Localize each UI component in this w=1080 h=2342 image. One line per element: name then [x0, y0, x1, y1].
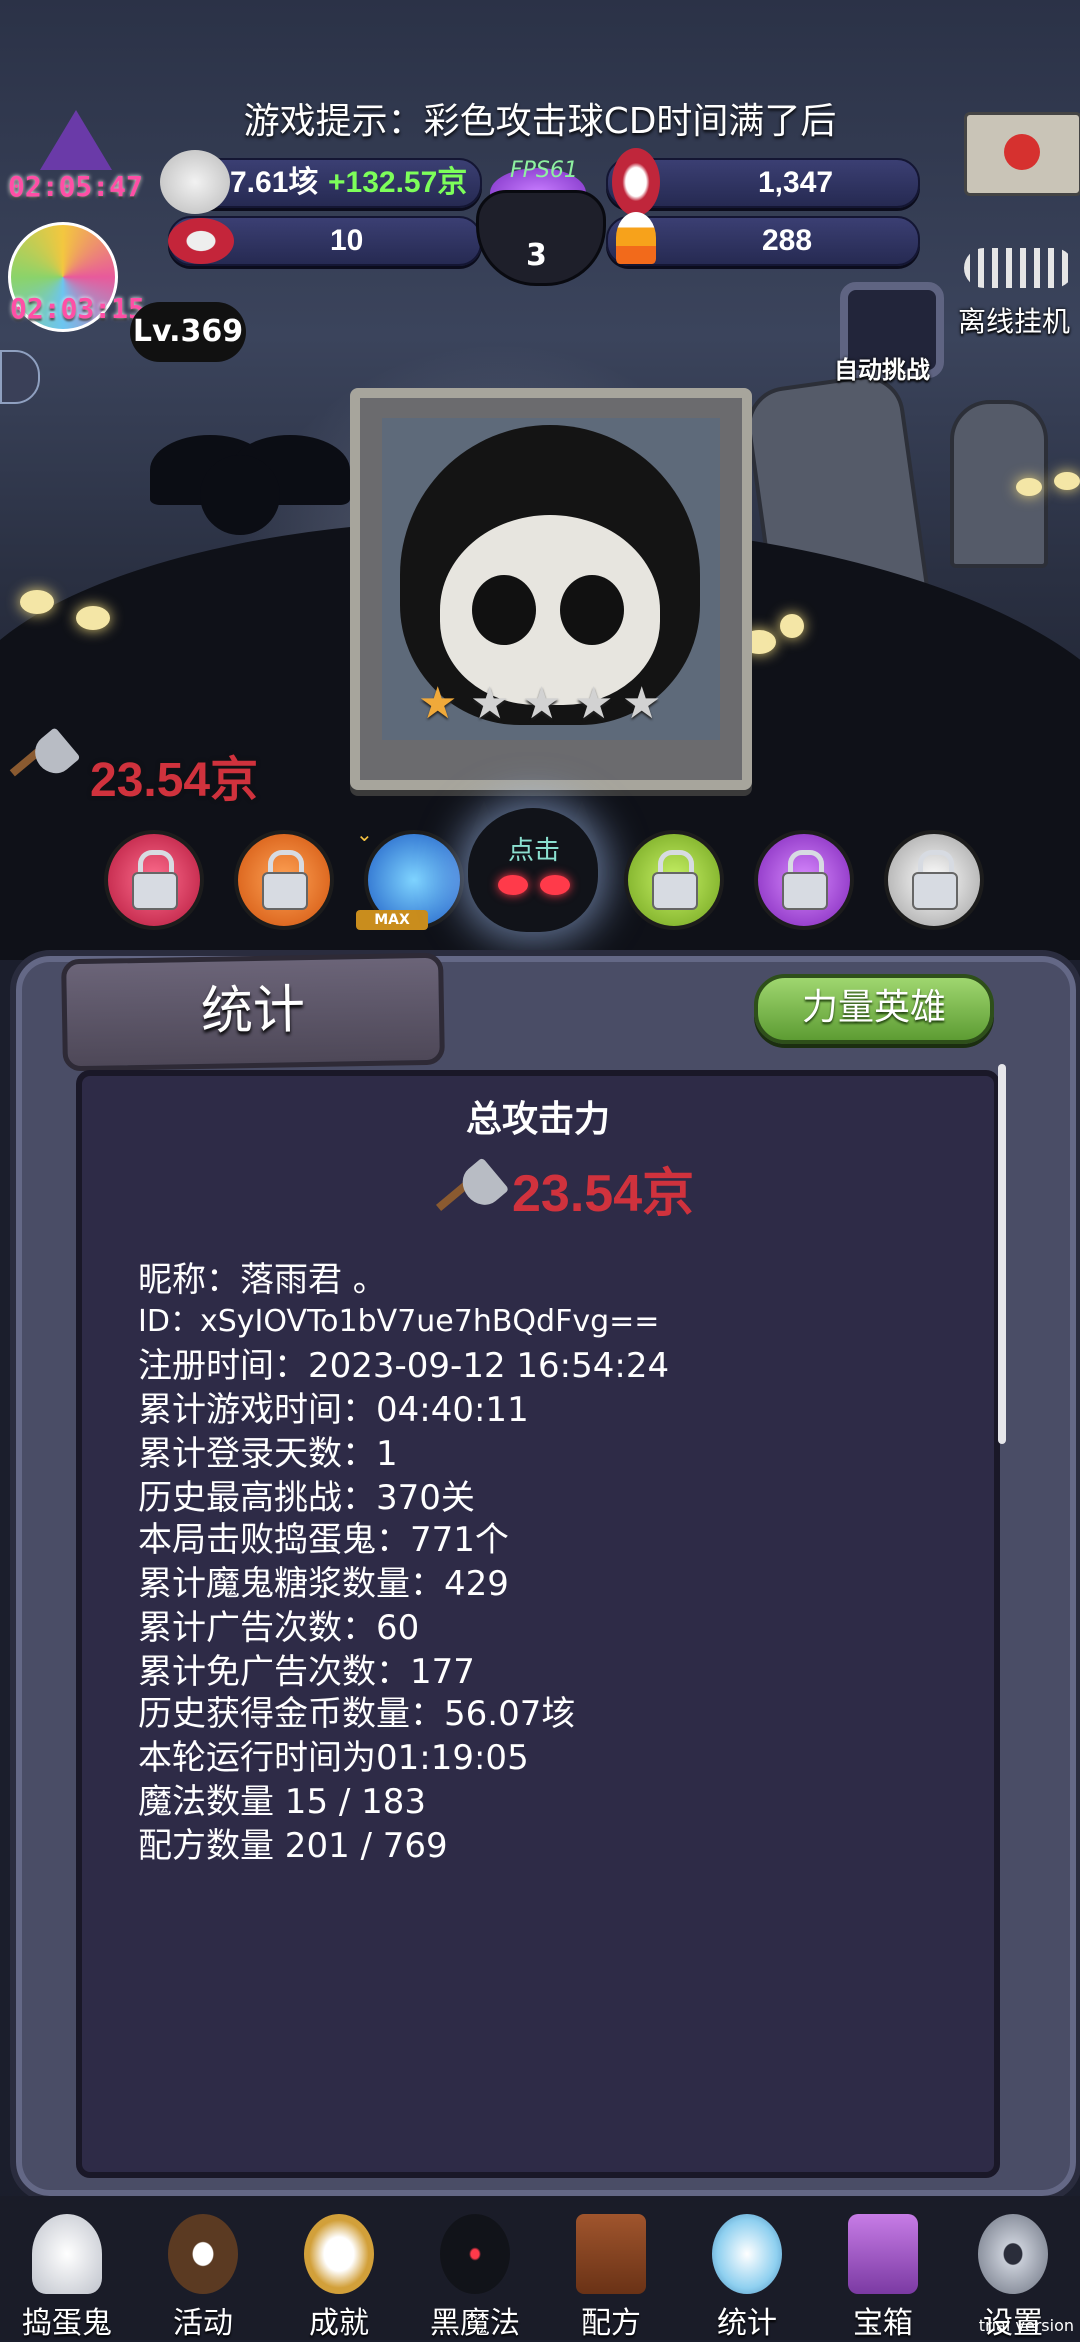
fishbone-icon[interactable] — [964, 248, 1074, 288]
hero-slot-locked[interactable] — [234, 830, 334, 930]
stat-nickname: 昵称：落雨君 。 — [138, 1260, 387, 1300]
eyeball-cake-icon — [168, 2214, 238, 2294]
demon-eye — [498, 875, 528, 895]
stats-scrollbar[interactable] — [998, 1064, 1006, 1444]
nav-achievements-label: 成就 — [309, 2306, 369, 2341]
stat-gold-total: 历史获得金币数量：56.07垓 — [138, 1694, 576, 1734]
attack-power-top: 23.54京 — [90, 754, 259, 807]
gift-chest-icon — [848, 2214, 918, 2294]
stat-ads: 累计广告次数：60 — [138, 1608, 420, 1648]
spellbook-icon — [576, 2214, 646, 2294]
cauldron-count: 3 — [526, 238, 547, 273]
star-icon-empty: ★ — [622, 678, 662, 729]
skull-trophy-icon — [304, 2214, 374, 2294]
nav-recipes[interactable]: 配方 — [546, 2204, 676, 2341]
witch-hat-icon[interactable] — [40, 110, 112, 170]
hero-slot-locked[interactable] — [624, 830, 724, 930]
stat-syrup: 累计魔鬼糖浆数量：429 — [138, 1564, 509, 1604]
ghost-icon — [32, 2214, 102, 2294]
nav-chest-label: 宝箱 — [853, 2306, 913, 2341]
nav-statistics[interactable]: 统计 — [682, 2204, 812, 2341]
potion-amount: 1,347 — [758, 166, 834, 199]
nav-tricksters-label: 捣蛋鬼 — [22, 2306, 112, 2341]
timer-bottom: 02:03:15 — [10, 292, 145, 325]
tap-label: 点击 — [508, 836, 561, 866]
tab-statistics-label: 统计 — [200, 980, 306, 1042]
candy-corn-amount: 288 — [762, 224, 813, 257]
candy-skull-amount: 10 — [330, 224, 364, 257]
nav-tricksters[interactable]: 捣蛋鬼 — [2, 2204, 132, 2341]
max-badge: MAX — [356, 910, 428, 930]
power-hero-button[interactable]: 力量英雄 — [754, 974, 994, 1044]
glowing-eye-icon — [20, 590, 54, 614]
stats-content[interactable]: 总攻击力 23.54京 昵称：落雨君 。 ID：xSyIOVTo1bV7ue7h… — [76, 1070, 1000, 2178]
gold-amount: 7.61垓 — [230, 166, 319, 199]
candy-corn-icon — [616, 212, 656, 264]
star-icon-empty: ★ — [470, 678, 510, 729]
glowing-eye-icon — [76, 606, 110, 630]
hero-slot-locked[interactable] — [884, 830, 984, 930]
star-icon-empty: ★ — [522, 678, 562, 729]
stat-register-time: 注册时间：2023-09-12 16:54:24 — [138, 1346, 670, 1386]
tab-statistics[interactable]: 统计 — [61, 952, 445, 1072]
glowing-eye-icon — [1054, 472, 1080, 490]
stat-magic-count: 魔法数量 15 / 183 — [138, 1782, 427, 1822]
star-icon-empty: ★ — [574, 678, 614, 729]
offline-idle-button[interactable]: 离线挂机 — [958, 300, 1070, 340]
nav-black-magic[interactable]: 黑魔法 — [410, 2204, 540, 2341]
demon-eye — [540, 875, 570, 895]
game-tip: 游戏提示：彩色攻击球CD时间满了后 — [243, 101, 837, 142]
stat-login-days: 累计登录天数：1 — [138, 1434, 398, 1474]
skull-eye — [560, 575, 624, 645]
nav-black-magic-label: 黑魔法 — [430, 2306, 520, 2341]
stat-run-time: 本轮运行时间为01:19:05 — [138, 1738, 529, 1778]
glowing-eye-icon — [1016, 478, 1042, 496]
gear-icon — [978, 2214, 1048, 2294]
auto-challenge-label[interactable]: 自动挑战 — [834, 350, 930, 385]
gold-ghost-icon — [160, 150, 230, 214]
skull-eye — [472, 575, 536, 645]
stat-defeated: 本局击败捣蛋鬼：771个 — [138, 1520, 509, 1560]
nav-chest[interactable]: 宝箱 — [818, 2204, 948, 2341]
stat-id: ID：xSyIOVTo1bV7ue7hBQdFvg== — [138, 1304, 660, 1339]
hero-slot-locked[interactable] — [754, 830, 854, 930]
nav-achievements[interactable]: 成就 — [274, 2204, 404, 2341]
demon-icon — [440, 2214, 510, 2294]
stat-play-time: 累计游戏时间：04:40:11 — [138, 1390, 529, 1430]
nav-statistics-label: 统计 — [717, 2306, 777, 2341]
nav-events[interactable]: 活动 — [138, 2204, 268, 2341]
total-attack-value: 23.54京 — [512, 1165, 695, 1223]
stat-recipe-count: 配方数量 201 / 769 — [138, 1826, 448, 1866]
crystal-ball-icon — [712, 2214, 782, 2294]
glowing-eye-icon — [780, 614, 804, 638]
nav-events-label: 活动 — [173, 2306, 233, 2341]
bat-icon — [200, 455, 280, 535]
skull-potion-icon — [612, 148, 660, 216]
fps-counter: FPS61 — [510, 158, 578, 183]
total-attack-title: 总攻击力 — [465, 1099, 610, 1140]
power-hero-label: 力量英雄 — [801, 987, 946, 1028]
gold-rate: +132.57京 — [328, 166, 468, 199]
star-icon-filled: ★ — [418, 678, 458, 729]
player-level: Lv.369 — [130, 302, 246, 362]
nav-recipes-label: 配方 — [581, 2306, 641, 2341]
tap-demon-button[interactable] — [468, 808, 598, 932]
candy-skull-icon — [168, 218, 234, 264]
hero-slot-locked[interactable] — [104, 830, 204, 930]
trial-watermark: trial version — [978, 2316, 1074, 2335]
timer-top: 02:05:47 — [8, 170, 143, 203]
mail-seal — [1004, 134, 1040, 170]
chevron-down-icon: ⌄ — [356, 822, 373, 846]
